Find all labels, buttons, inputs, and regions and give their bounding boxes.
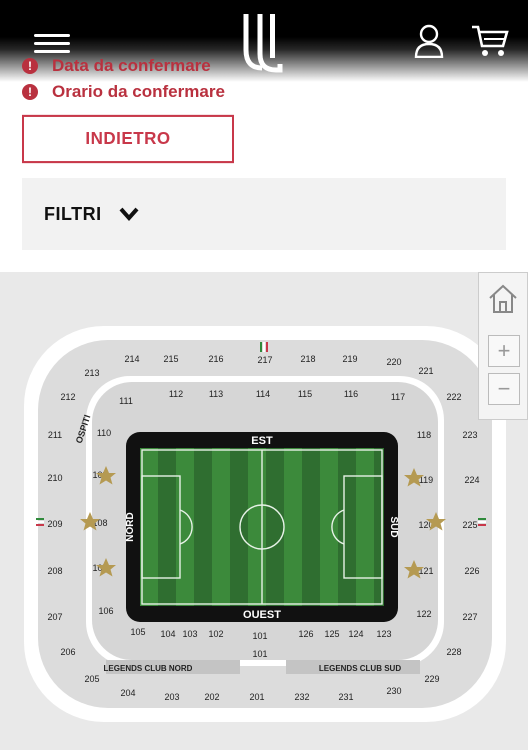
date-notice: ! Data da confermare: [22, 54, 211, 78]
sector-201[interactable]: 201: [249, 692, 264, 702]
sector-203[interactable]: 203: [164, 692, 179, 702]
sector-124[interactable]: 124: [348, 629, 363, 639]
hamburger-menu-button[interactable]: [34, 30, 72, 56]
sector-214[interactable]: 214: [124, 354, 139, 364]
stadium-map[interactable]: EST OUEST NORD SUD LEGENDS CLUB NORD LEG…: [0, 272, 528, 750]
sector-210[interactable]: 210: [47, 473, 62, 483]
sector-123[interactable]: 123: [376, 629, 391, 639]
sector-232[interactable]: 232: [294, 692, 309, 702]
sector-212[interactable]: 212: [60, 392, 75, 402]
back-button-label: INDIETRO: [85, 128, 171, 149]
filters-panel[interactable]: FILTRI: [22, 178, 506, 250]
sector-215[interactable]: 215: [163, 354, 178, 364]
sector-218[interactable]: 218: [300, 354, 315, 364]
sector-114[interactable]: 114: [256, 389, 270, 399]
alert-icon: !: [22, 84, 38, 100]
sector-229[interactable]: 229: [424, 674, 439, 684]
sector-118[interactable]: 118: [417, 430, 431, 440]
sector-224[interactable]: 224: [464, 475, 479, 485]
sector-122[interactable]: 122: [416, 609, 431, 619]
sector-231[interactable]: 231: [338, 692, 353, 702]
pitch: [140, 448, 384, 606]
sector-105[interactable]: 105: [130, 627, 145, 637]
sector-110[interactable]: 110: [97, 428, 111, 438]
sector-208[interactable]: 208: [47, 566, 62, 576]
sector-206[interactable]: 206: [60, 647, 75, 657]
cart-icon[interactable]: [471, 24, 509, 58]
sector-223[interactable]: 223: [462, 430, 477, 440]
sector-209[interactable]: 209: [47, 519, 62, 529]
sector-106[interactable]: 106: [98, 606, 113, 616]
sector-113[interactable]: 113: [209, 389, 223, 399]
user-icon[interactable]: [414, 24, 444, 58]
hamburger-line: [34, 50, 70, 53]
sector-217[interactable]: 217: [257, 355, 272, 365]
sector-102[interactable]: 102: [208, 629, 223, 639]
sector-216[interactable]: 216: [208, 354, 223, 364]
home-icon[interactable]: [487, 283, 519, 315]
sector-111[interactable]: 111: [119, 396, 133, 406]
sector-221[interactable]: 221: [418, 366, 433, 376]
date-notice-text: Data da confermare: [52, 56, 211, 75]
sector-202[interactable]: 202: [204, 692, 219, 702]
sector-220[interactable]: 220: [386, 357, 401, 367]
sector-112[interactable]: 112: [169, 389, 183, 399]
sector-213[interactable]: 213: [84, 368, 99, 378]
sector-207[interactable]: 207: [47, 612, 62, 622]
legends-club-nord-label: LEGENDS CLUB NORD: [104, 664, 193, 673]
pitch-label-bottom: OUEST: [243, 609, 281, 621]
sector-104[interactable]: 104: [160, 629, 175, 639]
pitch-label-top: EST: [251, 435, 273, 447]
pitch-label-left: NORD: [125, 512, 136, 541]
sector-230[interactable]: 230: [386, 686, 401, 696]
zoom-in-button[interactable]: +: [488, 335, 520, 367]
hamburger-line: [34, 34, 70, 37]
sector-226[interactable]: 226: [464, 566, 479, 576]
legends-club-sud-label: LEGENDS CLUB SUD: [319, 664, 401, 673]
sector-205[interactable]: 205: [84, 674, 99, 684]
zoom-in-label: +: [497, 338, 511, 363]
stadium-svg[interactable]: EST OUEST NORD SUD LEGENDS CLUB NORD LEG…: [0, 272, 528, 750]
sector-219[interactable]: 219: [342, 354, 357, 364]
juventus-logo[interactable]: [240, 10, 286, 74]
sector-228[interactable]: 228: [446, 647, 461, 657]
sector-116[interactable]: 116: [344, 389, 358, 399]
sector-115[interactable]: 115: [298, 389, 312, 399]
time-notice-text: Orario da confermare: [52, 82, 225, 101]
sector-211[interactable]: 211: [48, 430, 62, 440]
time-notice: ! Orario da confermare: [22, 80, 225, 104]
sector-227[interactable]: 227: [462, 612, 477, 622]
sector-101[interactable]: 101: [252, 631, 267, 641]
back-button[interactable]: INDIETRO: [22, 114, 234, 164]
alert-icon: !: [22, 58, 38, 74]
hamburger-line: [34, 42, 70, 45]
sector-103[interactable]: 103: [182, 629, 197, 639]
sector-126[interactable]: 126: [298, 629, 313, 639]
zoom-out-label: −: [497, 376, 511, 401]
chevron-down-icon[interactable]: [118, 205, 140, 223]
sector-117[interactable]: 117: [391, 392, 405, 402]
map-controls: + −: [478, 272, 528, 420]
pitch-label-right: SUD: [388, 516, 399, 537]
zoom-out-button[interactable]: −: [488, 373, 520, 405]
sector-222[interactable]: 222: [446, 392, 461, 402]
sector-204[interactable]: 204: [120, 688, 135, 698]
sector-101-lower[interactable]: 101: [252, 649, 267, 659]
filters-label: FILTRI: [44, 204, 102, 224]
sector-125[interactable]: 125: [324, 629, 339, 639]
sector-225[interactable]: 225: [462, 520, 477, 530]
